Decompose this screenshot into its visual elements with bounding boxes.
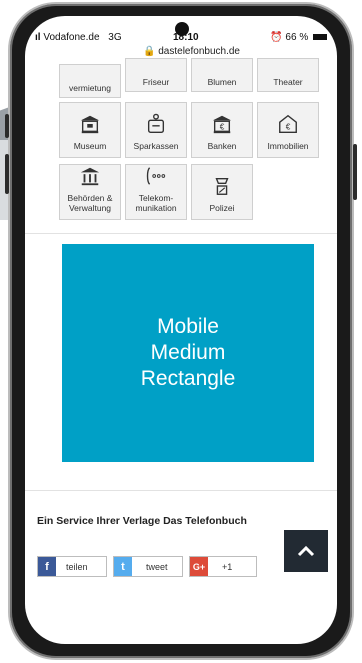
share-label: tweet xyxy=(146,561,168,572)
ad-line: Rectangle xyxy=(140,367,236,390)
stage: ıl Vodafone.de 3G 18:10 🔒 dastelefonbuch… xyxy=(0,0,362,663)
category-label: vermietung xyxy=(68,83,112,93)
phone-screen: ıl Vodafone.de 3G 18:10 🔒 dastelefonbuch… xyxy=(25,16,337,644)
svg-text:€: € xyxy=(220,123,225,132)
google-plus-share-button[interactable]: G+ +1 xyxy=(189,556,257,577)
category-label: Friseur xyxy=(142,77,170,87)
category-label: Theater xyxy=(273,77,303,87)
ad-line: Mobile xyxy=(157,315,219,338)
battery-status: ⏰ 66 % xyxy=(270,32,327,43)
category-tile-museum[interactable]: Museum xyxy=(59,102,121,158)
category-tile-telekommunikation[interactable]: Telekom-munikation xyxy=(125,164,187,220)
twitter-icon: t xyxy=(114,557,132,576)
category-label: Museum xyxy=(73,141,107,151)
category-tile-polizei[interactable]: Polizei xyxy=(191,164,253,220)
ad-line: Medium xyxy=(150,341,226,364)
battery-icon xyxy=(313,34,327,41)
category-label: Sparkassen xyxy=(133,141,179,151)
footer-service-text: Ein Service Ihrer Verlage Das Telefonbuc… xyxy=(37,515,247,527)
chevron-up-icon xyxy=(297,545,315,557)
battery-percent: 66 % xyxy=(285,32,309,43)
carrier-label: ıl Vodafone.de 3G xyxy=(35,32,122,43)
scroll-to-top-button[interactable] xyxy=(284,530,328,572)
ad-text: Mobile Medium Rectangle xyxy=(141,314,236,392)
lock-icon: 🔒 xyxy=(143,46,156,57)
category-label: Telekom-munikation xyxy=(135,193,177,213)
category-label: Banken xyxy=(207,141,237,151)
telephone-icon xyxy=(146,167,166,185)
url-text: dastelefonbuch.de xyxy=(158,46,240,57)
divider xyxy=(25,490,337,491)
network-type: 3G xyxy=(108,32,122,43)
carrier-name: Vodafone.de xyxy=(43,32,100,43)
category-label: Immobilien xyxy=(267,141,309,151)
alarm-icon: ⏰ xyxy=(270,32,283,43)
category-tile-immobilien[interactable]: € Immobilien xyxy=(257,102,319,158)
ad-banner[interactable]: Mobile Medium Rectangle xyxy=(62,244,314,462)
museum-icon xyxy=(80,115,100,134)
category-tile[interactable]: Blumen xyxy=(191,58,253,92)
facebook-share-button[interactable]: f teilen xyxy=(37,556,107,577)
signal-icon: ıl xyxy=(35,32,41,43)
twitter-share-button[interactable]: t tweet xyxy=(113,556,183,577)
savings-bank-icon xyxy=(147,113,165,133)
category-label: Polizei xyxy=(209,203,235,213)
phone-side-button xyxy=(5,154,9,194)
authority-icon xyxy=(80,167,100,186)
address-bar[interactable]: 🔒 dastelefonbuch.de xyxy=(143,46,240,57)
police-icon xyxy=(215,177,229,195)
divider xyxy=(25,233,337,234)
front-camera xyxy=(175,22,189,36)
category-label: Blumen xyxy=(207,77,237,87)
category-tile-sparkassen[interactable]: Sparkassen xyxy=(125,102,187,158)
phone-side-button xyxy=(5,114,9,138)
category-tile[interactable]: vermietung xyxy=(59,64,121,98)
phone-side-button xyxy=(353,144,357,200)
google-plus-icon: G+ xyxy=(190,557,208,576)
svg-text:€: € xyxy=(286,123,291,132)
real-estate-icon: € xyxy=(279,114,297,133)
share-label: teilen xyxy=(66,561,88,572)
category-label: Behörden & Verwaltung xyxy=(67,193,113,213)
bank-icon: € xyxy=(212,115,232,134)
category-tile[interactable]: Theater xyxy=(257,58,319,92)
facebook-icon: f xyxy=(38,557,56,576)
category-tile-banken[interactable]: € Banken xyxy=(191,102,253,158)
category-tile-behoerden[interactable]: Behörden & Verwaltung xyxy=(59,164,121,220)
share-label: +1 xyxy=(222,561,233,572)
category-tile[interactable]: Friseur xyxy=(125,58,187,92)
